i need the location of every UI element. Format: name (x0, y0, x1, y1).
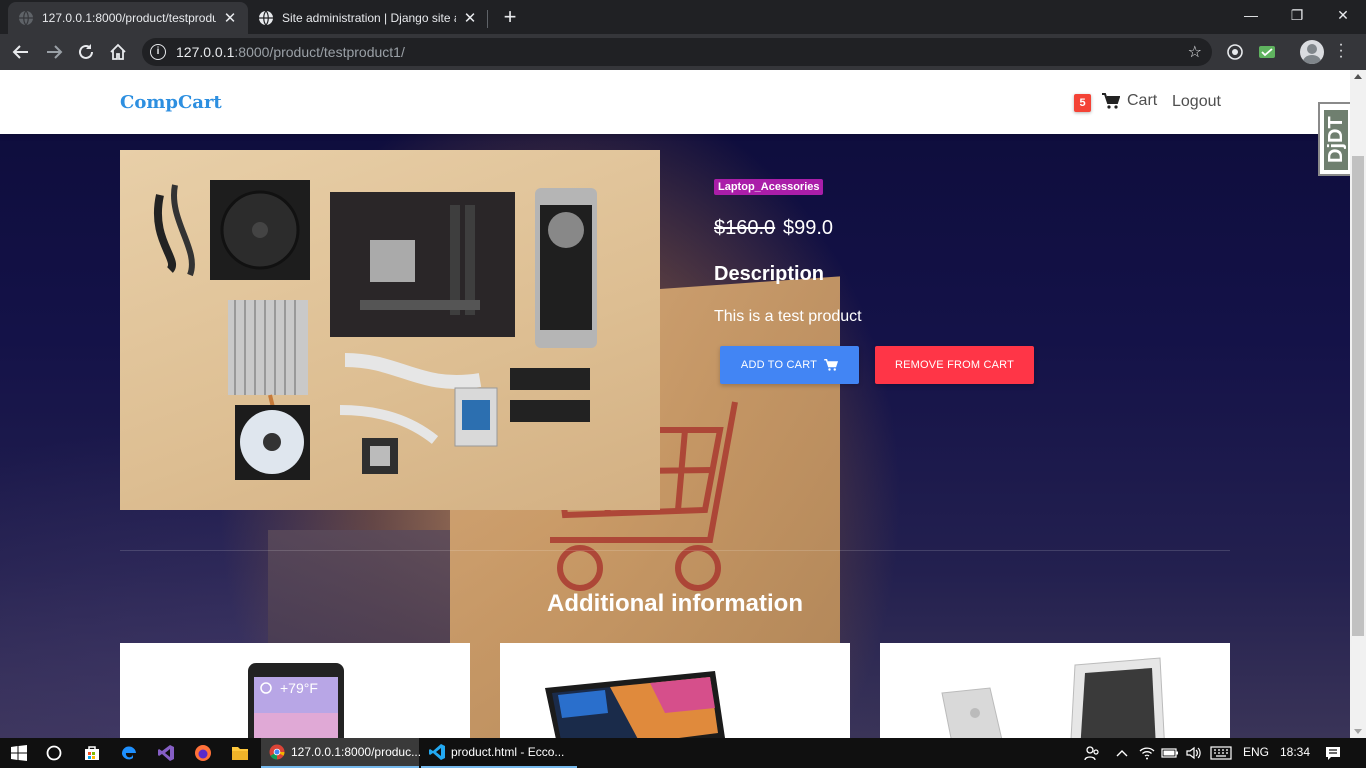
description-heading: Description (714, 263, 825, 285)
back-icon[interactable] (9, 40, 33, 64)
page-scrollbar[interactable] (1350, 70, 1366, 738)
globe-icon (258, 10, 274, 26)
category-badge[interactable]: Laptop_Acessories (714, 179, 824, 195)
tab-close-icon[interactable]: ✕ (462, 9, 478, 27)
cart-count-badge: 5 (1074, 94, 1091, 112)
clock[interactable]: 18:34 (1280, 745, 1310, 759)
tab-title: 127.0.0.1:8000/product/testproduct1/ (42, 11, 216, 25)
browser-tab-inactive[interactable]: Site administration | Django site admin … (248, 2, 488, 34)
laptop-image (545, 671, 725, 738)
phone-image: +79°F (248, 663, 344, 738)
sale-price: $99.0 (783, 217, 834, 239)
taskbar-app-label: product.html - Ecco... (451, 745, 565, 759)
file-explorer-icon[interactable] (229, 742, 251, 764)
url-path: :8000/product/testproduct1/ (234, 44, 405, 60)
close-window-button[interactable]: ✕ (1320, 4, 1366, 26)
scroll-up-arrow-icon[interactable] (1354, 74, 1362, 79)
minimize-button[interactable]: — (1228, 4, 1274, 26)
search-circle-icon[interactable] (43, 742, 65, 764)
related-product-card[interactable] (880, 643, 1230, 738)
home-icon[interactable] (106, 40, 130, 64)
taskbar-app-vscode[interactable]: product.html - Ecco... (421, 738, 577, 768)
related-product-card[interactable]: +79°F (120, 643, 470, 738)
logout-link[interactable]: Logout (1172, 93, 1221, 111)
cart-label: Cart (1127, 92, 1158, 109)
site-info-icon[interactable]: i (150, 44, 166, 60)
brand-logo[interactable]: CompCart (120, 92, 222, 113)
tab-separator (487, 10, 488, 28)
chrome-icon (269, 744, 285, 760)
visual-studio-icon[interactable] (155, 742, 177, 764)
debug-toolbar-label: DjDT (1324, 110, 1348, 170)
product-image (120, 150, 660, 510)
related-product-card[interactable] (500, 643, 850, 738)
page-viewport: CompCart 5 Cart Logout DjDT Laptop_Acess… (0, 70, 1350, 738)
wifi-icon[interactable] (1136, 742, 1158, 764)
keyboard-icon[interactable] (1210, 742, 1232, 764)
edge-icon[interactable] (118, 742, 140, 764)
description-text: This is a test product (714, 308, 862, 325)
extension-mail-icon[interactable] (1257, 42, 1277, 62)
firefox-icon[interactable] (192, 742, 214, 764)
tab-close-icon[interactable]: ✕ (222, 9, 238, 27)
browser-toolbar: i 127.0.0.1:8000/product/testproduct1/ ☆… (0, 34, 1366, 70)
original-price: $160.0 (714, 217, 776, 239)
cart-link[interactable]: Cart (1102, 92, 1157, 110)
restore-button[interactable]: ❐ (1274, 4, 1320, 26)
notifications-icon[interactable] (1322, 742, 1344, 764)
language-indicator[interactable]: ENG (1243, 745, 1269, 759)
forward-icon[interactable] (42, 40, 66, 64)
add-to-cart-button[interactable]: ADD TO CART (720, 346, 859, 384)
volume-icon[interactable] (1183, 742, 1205, 764)
add-to-cart-label: ADD TO CART (740, 359, 818, 371)
taskbar-app-chrome[interactable]: 127.0.0.1:8000/produc... (261, 738, 422, 768)
section-divider (120, 550, 1230, 551)
debug-toolbar-handle[interactable]: DjDT (1318, 102, 1350, 176)
taskbar-app-label: 127.0.0.1:8000/produc... (291, 745, 422, 759)
battery-icon[interactable] (1159, 742, 1181, 764)
new-tab-button[interactable]: + (498, 5, 522, 29)
extension-cast-icon[interactable] (1225, 42, 1245, 62)
scroll-down-arrow-icon[interactable] (1354, 729, 1362, 734)
reload-icon[interactable] (74, 40, 98, 64)
chevron-up-icon[interactable] (1111, 742, 1133, 764)
vscode-icon (429, 744, 445, 760)
store-icon[interactable] (81, 742, 103, 764)
url-host: 127.0.0.1 (176, 44, 235, 60)
profile-avatar-icon[interactable] (1300, 40, 1324, 64)
browser-tab-active[interactable]: 127.0.0.1:8000/product/testproduct1/ ✕ (8, 2, 248, 34)
phones-image (941, 657, 1165, 738)
cart-icon (1102, 93, 1120, 109)
windows-taskbar: 127.0.0.1:8000/produc... product.html - … (0, 738, 1366, 768)
bookmark-star-icon[interactable]: ☆ (1188, 42, 1202, 62)
people-icon[interactable] (1081, 742, 1103, 764)
globe-icon (18, 10, 34, 26)
scrollbar-thumb[interactable] (1352, 156, 1364, 636)
cart-icon (824, 359, 839, 371)
additional-info-heading: Additional information (547, 590, 803, 617)
browser-menu-icon[interactable]: · · · (1336, 37, 1346, 65)
address-bar[interactable]: i 127.0.0.1:8000/product/testproduct1/ ☆ (142, 38, 1212, 66)
browser-tab-strip: 127.0.0.1:8000/product/testproduct1/ ✕ S… (0, 0, 1366, 34)
windows-start-icon[interactable] (8, 742, 30, 764)
phone-temperature: +79°F (280, 680, 318, 696)
remove-from-cart-button[interactable]: REMOVE FROM CART (875, 346, 1034, 384)
site-navbar: CompCart 5 Cart Logout (0, 70, 1350, 134)
tab-title: Site administration | Django site admin (282, 11, 456, 25)
